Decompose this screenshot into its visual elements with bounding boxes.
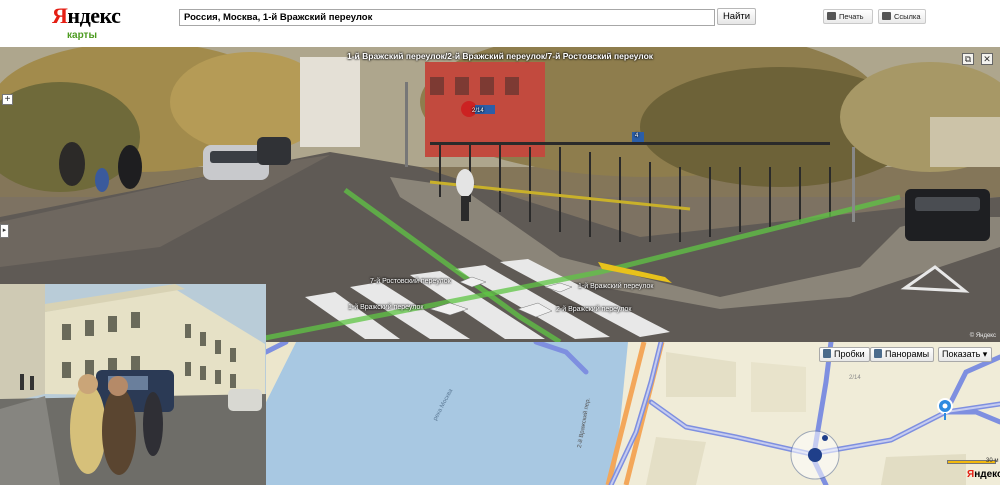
street-label-vrazhsky-2[interactable]: 2-й Вражский переулок xyxy=(556,306,631,313)
show-layers-dropdown[interactable]: Показать ▾ xyxy=(938,347,993,362)
chevron-down-icon: ▾ xyxy=(982,349,988,359)
map-canvas xyxy=(266,342,1000,485)
close-icon[interactable]: ✕ xyxy=(981,53,993,65)
panoramas-button[interactable]: Панорамы xyxy=(870,347,935,362)
show-button-label: Показать xyxy=(942,349,981,359)
printer-icon xyxy=(827,12,836,20)
print-button-label: Печать xyxy=(839,12,864,21)
yandex-logo[interactable]: Яндекс xyxy=(52,3,121,29)
search-button[interactable]: Найти xyxy=(717,8,756,25)
traffic-button[interactable]: Пробки xyxy=(819,347,870,362)
brand-rest: ндекс xyxy=(974,469,1000,480)
street-label-rostovsky[interactable]: 7-й Ростовский переулок xyxy=(370,278,451,285)
panorama-icon xyxy=(874,349,882,358)
pan-left-arrow-icon[interactable]: ▸ xyxy=(0,224,9,238)
map-house-number: 2/14 xyxy=(849,375,861,381)
link-button[interactable]: Ссылка xyxy=(878,9,926,24)
link-icon xyxy=(882,12,891,20)
panorama-copyright: © Яндекс xyxy=(969,333,996,339)
map-brand-logo[interactable]: Яндекс xyxy=(967,469,1000,480)
traffic-light-icon xyxy=(823,349,831,358)
map[interactable]: река Москва 2-й Вражский пер. 2/14 Пробк… xyxy=(266,342,1000,485)
link-button-label: Ссылка xyxy=(894,12,921,21)
zoom-in-button[interactable]: + xyxy=(2,94,13,105)
street-label-vrazhsky-1[interactable]: 1-й Вражский переулок xyxy=(348,304,423,311)
sign-number: 2/14 xyxy=(472,108,484,114)
panoramas-button-label: Панорамы xyxy=(885,349,930,359)
traffic-button-label: Пробки xyxy=(834,349,865,359)
print-button[interactable]: Печать xyxy=(823,9,873,24)
house-number-sign: 4 xyxy=(635,133,639,139)
map-scale-label: 30 м xyxy=(986,458,999,464)
historical-photo xyxy=(0,284,266,485)
header: Яндекс карты Найти Печать Ссылка xyxy=(0,0,1000,47)
street-label-vrazhsky-1b[interactable]: 1-й Вражский переулок xyxy=(578,283,653,290)
panorama-title: 1-й Вражский переулок/2-й Вражский переу… xyxy=(346,51,654,61)
historical-photo-scene xyxy=(0,284,266,485)
search-input[interactable] xyxy=(179,9,715,26)
logo-rest: ндекс xyxy=(67,3,121,28)
logo-first-letter: Я xyxy=(52,3,68,28)
logo-subtitle[interactable]: карты xyxy=(67,30,97,41)
fullscreen-icon[interactable]: ⧉ xyxy=(962,53,974,65)
